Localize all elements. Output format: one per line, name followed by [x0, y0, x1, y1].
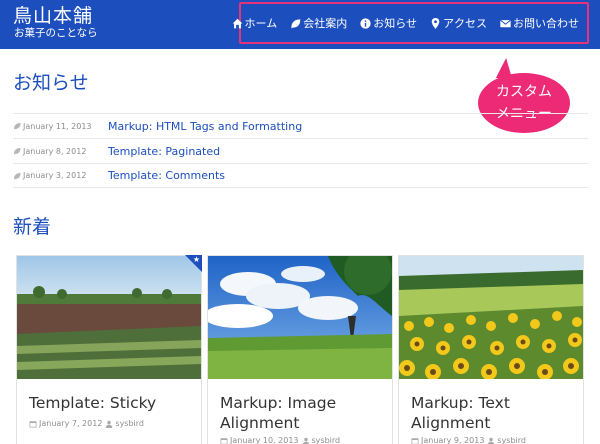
post-meta: January 10, 2013 sysbird	[220, 436, 340, 444]
post-thumbnail-field[interactable]	[399, 256, 583, 379]
site-title[interactable]: 鳥山本舗	[13, 5, 93, 27]
home-icon	[232, 18, 242, 28]
nav-item-label: お問い合わせ	[513, 17, 579, 30]
post-title[interactable]: Markup: Text Alignment	[411, 393, 576, 433]
leaf-icon	[14, 123, 21, 130]
leaf-icon	[14, 172, 21, 179]
post-author[interactable]: sysbird	[497, 436, 526, 444]
news-link[interactable]: Template: Paginated	[108, 145, 220, 158]
user-icon	[106, 420, 113, 428]
post-thumbnail-field[interactable]	[17, 256, 201, 379]
post-date: January 9, 2013	[421, 436, 485, 444]
news-date-text: January 8, 2012	[23, 146, 87, 156]
nav-item-label: 会社案内	[303, 17, 348, 30]
calendar-icon	[411, 437, 419, 444]
map-marker-icon	[431, 17, 440, 29]
star-icon: ★	[192, 255, 200, 264]
post-date: January 7, 2012	[39, 419, 103, 428]
news-date: January 11, 2013	[13, 122, 108, 131]
post-cards: ★ Template: Sticky January 7, 2012 sysbi…	[16, 255, 586, 444]
envelope-icon	[500, 19, 511, 27]
news-date: January 8, 2012	[13, 147, 108, 156]
nav-item-label: アクセス	[443, 17, 487, 30]
nav-item-label: ホーム	[244, 17, 278, 30]
callout-line-1: カスタム	[496, 84, 552, 100]
news-list: January 11, 2013 Markup: HTML Tags and F…	[13, 113, 588, 188]
custom-menu-highlight: ホーム 会社案内 お知らせ アクセス お問い合わせ	[232, 2, 589, 44]
news-date-text: January 3, 2012	[23, 171, 87, 180]
nav-item-contact[interactable]: お問い合わせ	[500, 15, 579, 31]
nav-item-access[interactable]: アクセス	[430, 15, 487, 31]
news-heading: お知らせ	[13, 72, 89, 94]
site-header: 鳥山本舗 お菓子のことなら ホーム 会社案内 お知らせ アクセス お問い合わせ	[0, 0, 600, 49]
post-title[interactable]: Template: Sticky	[29, 393, 194, 413]
post-author[interactable]: sysbird	[115, 419, 144, 428]
news-date-text: January 11, 2013	[23, 121, 92, 131]
post-thumbnail-field[interactable]	[208, 256, 392, 379]
news-date: January 3, 2012	[13, 171, 108, 180]
leaf-icon	[14, 148, 21, 155]
new-posts-heading: 新着	[13, 216, 52, 238]
post-card[interactable]: Markup: Text Alignment January 9, 2013 s…	[398, 255, 584, 444]
user-icon	[488, 437, 495, 444]
post-author[interactable]: sysbird	[312, 436, 341, 444]
calendar-icon	[220, 437, 228, 444]
leaf-icon	[291, 18, 301, 28]
info-icon	[360, 17, 371, 29]
main-nav: ホーム 会社案内 お知らせ アクセス お問い合わせ	[232, 4, 587, 42]
post-card[interactable]: Markup: Image Alignment January 10, 2013…	[207, 255, 393, 444]
news-row: January 11, 2013 Markup: HTML Tags and F…	[13, 113, 588, 138]
news-row: January 3, 2012 Template: Comments	[13, 163, 588, 188]
nav-item-label: お知らせ	[373, 17, 417, 30]
news-row: January 8, 2012 Template: Paginated	[13, 138, 588, 163]
news-link[interactable]: Template: Comments	[108, 169, 225, 182]
user-icon	[302, 437, 309, 444]
nav-item-news[interactable]: お知らせ	[360, 15, 417, 31]
post-date: January 10, 2013	[230, 436, 299, 444]
site-tagline: お菓子のことなら	[14, 27, 98, 39]
post-card[interactable]: ★ Template: Sticky January 7, 2012 sysbi…	[16, 255, 202, 444]
post-meta: January 7, 2012 sysbird	[29, 419, 144, 428]
post-meta: January 9, 2013 sysbird	[411, 436, 526, 444]
calendar-icon	[29, 420, 37, 427]
news-link[interactable]: Markup: HTML Tags and Formatting	[108, 120, 302, 133]
nav-item-home[interactable]: ホーム	[232, 15, 278, 31]
nav-item-company[interactable]: 会社案内	[290, 15, 347, 31]
post-title[interactable]: Markup: Image Alignment	[220, 393, 385, 433]
